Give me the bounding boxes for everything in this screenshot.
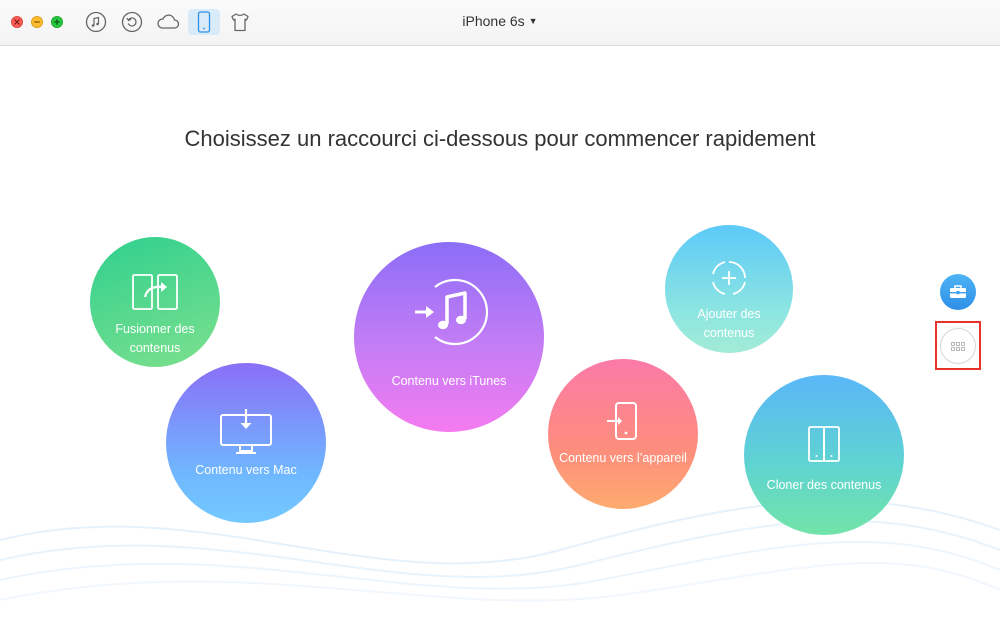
title-bar: iPhone 6s ▼: [0, 0, 1000, 46]
minimize-window-button[interactable]: [31, 16, 43, 28]
close-window-button[interactable]: [11, 16, 23, 28]
music-note-icon: [85, 11, 107, 33]
add-label-line2: contenus: [703, 326, 755, 340]
device-name: iPhone 6s: [462, 13, 525, 29]
add-contents-shortcut[interactable]: Ajouter des contenus: [665, 225, 793, 353]
restore-arrow-icon: [121, 11, 143, 33]
merge-label-line2: contenus: [129, 341, 181, 355]
restore-toolbar-button[interactable]: [116, 9, 148, 35]
content-to-device-shortcut[interactable]: Contenu vers l’appareil: [548, 359, 698, 509]
merge-label-line1: Fusionner des: [115, 322, 195, 336]
add-label-line1: Ajouter des: [697, 307, 761, 321]
clone-contents-shortcut[interactable]: Cloner des contenus: [744, 375, 904, 535]
merge-contents-shortcut[interactable]: Fusionner des contenus: [90, 237, 220, 367]
cloud-icon: [157, 14, 180, 29]
content-to-mac-label: Contenu vers Mac: [195, 463, 297, 477]
toolbox-button[interactable]: [940, 274, 976, 310]
merge-tablets-icon: [132, 274, 178, 310]
clone-tablets-icon: [808, 426, 840, 462]
highlight-box: [935, 321, 981, 370]
music-toolbar-button[interactable]: [80, 9, 112, 35]
shirt-toolbar-button[interactable]: [224, 9, 256, 35]
phone-icon: [197, 11, 211, 33]
content-to-device-label: Contenu vers l’appareil: [559, 451, 687, 465]
page-headline: Choisissez un raccourci ci-dessous pour …: [184, 126, 816, 151]
phone-import-icon: [607, 402, 637, 440]
toolbox-icon: [950, 285, 966, 298]
cloud-toolbar-button[interactable]: [152, 9, 184, 35]
tshirt-icon: [231, 13, 249, 32]
device-toolbar-button[interactable]: [188, 9, 220, 35]
maximize-window-button[interactable]: [51, 16, 63, 28]
clone-contents-label: Cloner des contenus: [766, 478, 882, 492]
device-selector[interactable]: iPhone 6s ▼: [430, 13, 570, 29]
content-to-itunes-shortcut[interactable]: Contenu vers iTunes: [354, 242, 544, 432]
add-circle-icon: [712, 261, 746, 295]
monitor-download-icon: [220, 409, 272, 454]
app-window: iPhone 6s ▼ Choisissez un raccourci ci-de…: [0, 0, 1000, 620]
itunes-note-icon: [415, 278, 488, 346]
content-to-mac-shortcut[interactable]: Contenu vers Mac: [166, 363, 326, 523]
content-to-itunes-label: Contenu vers iTunes: [391, 374, 507, 388]
chevron-down-icon: ▼: [528, 16, 538, 26]
